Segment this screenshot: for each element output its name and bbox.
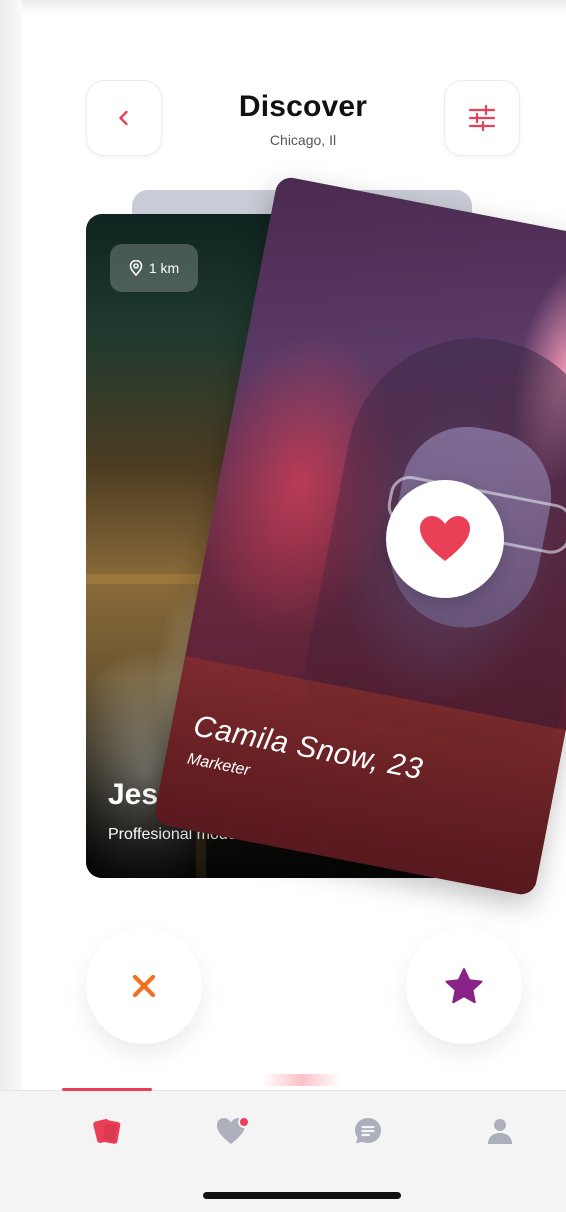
chat-icon [355,1118,381,1144]
app-screen: Discover Chicago, Il 1 km Jes Proffesion… [0,0,566,1212]
tab-matches[interactable] [204,1106,264,1156]
location-pin-icon [129,260,143,276]
close-icon [132,974,156,998]
superlike-button[interactable] [406,928,522,1044]
like-button[interactable] [386,480,504,598]
distance-text: 1 km [148,260,180,276]
dislike-button[interactable] [86,928,202,1044]
tab-discover[interactable] [78,1106,138,1156]
cards-icon [93,1119,121,1144]
filter-button[interactable] [444,80,520,156]
person-icon [488,1119,512,1144]
status-bar-area [0,0,566,14]
distance-badge: 1 km [110,244,198,292]
profile-name: Jes [108,778,159,811]
home-indicator[interactable] [203,1192,401,1199]
swipe-indicator [262,1074,342,1086]
tab-messages[interactable] [338,1106,398,1156]
screen-edge [0,0,22,1212]
heart-icon [420,516,470,561]
tab-profile[interactable] [470,1106,530,1156]
sliders-icon [468,105,496,131]
star-icon [445,968,483,1004]
active-tab-indicator [62,1088,152,1091]
heart-notification-icon [217,1116,250,1144]
